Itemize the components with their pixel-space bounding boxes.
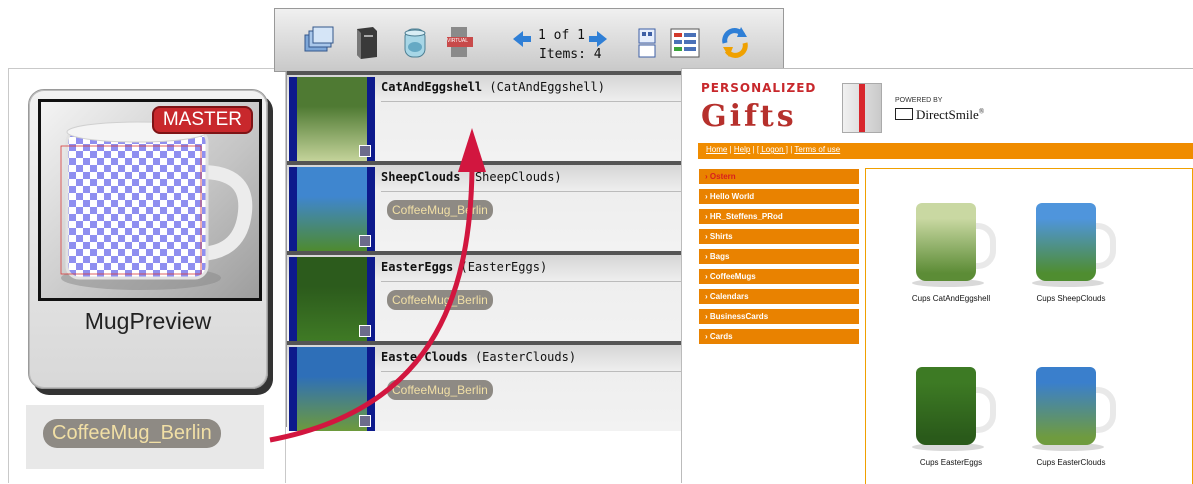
arrow-head-icon: [458, 128, 486, 172]
drag-arrow-overlay: [269, 128, 486, 443]
drag-arrow: [269, 169, 475, 443]
